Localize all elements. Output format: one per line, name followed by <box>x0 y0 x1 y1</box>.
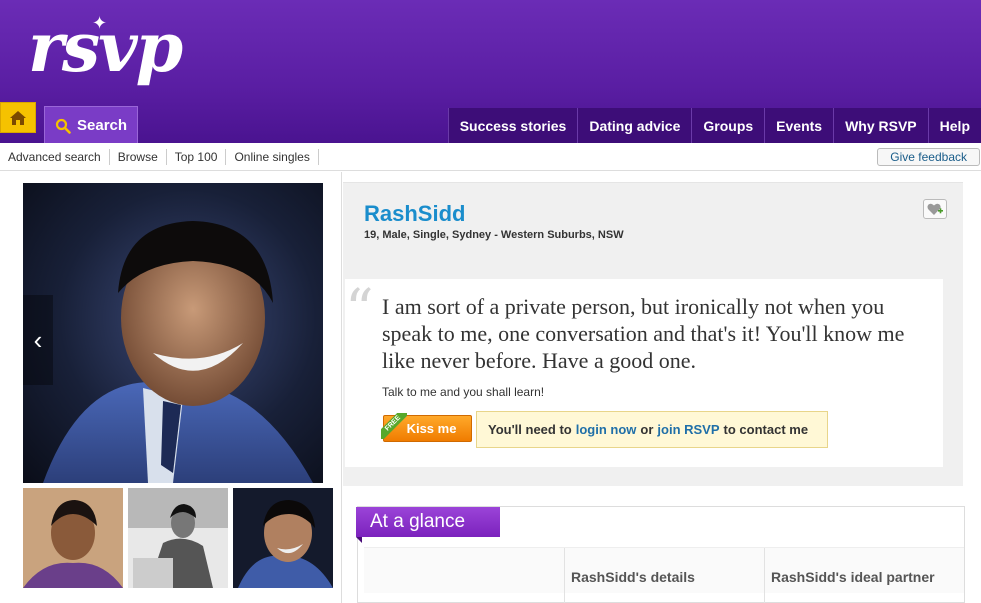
subnav-online-singles[interactable]: Online singles <box>226 149 319 165</box>
nav-groups[interactable]: Groups <box>691 108 765 143</box>
profile-quote: I am sort of a private person, but ironi… <box>382 294 905 373</box>
thumbnail-image <box>23 488 123 588</box>
contact-middle: or <box>640 422 654 437</box>
nav-success-stories[interactable]: Success stories <box>447 108 578 143</box>
column-divider <box>564 548 565 603</box>
thumbnail-image <box>128 488 228 588</box>
contact-requirement-note: You'll need to login now or join RSVP to… <box>476 411 828 448</box>
home-button[interactable] <box>0 102 36 133</box>
column-header-details: RashSidd's details <box>571 569 695 585</box>
heart-plus-icon <box>927 203 943 215</box>
photo-thumbnail-2[interactable] <box>128 488 228 588</box>
thumbnail-image <box>233 488 333 588</box>
subnav-top-100[interactable]: Top 100 <box>167 149 227 165</box>
contact-prefix: You'll need to <box>488 422 572 437</box>
glance-table-header: RashSidd's details RashSidd's ideal part… <box>364 547 964 603</box>
profile-summary-line: 19, Male, Single, Sydney - Western Subur… <box>364 229 624 241</box>
nav-events[interactable]: Events <box>764 108 834 143</box>
nav-why-rsvp[interactable]: Why RSVP <box>833 108 928 143</box>
contact-suffix: to contact me <box>723 422 809 437</box>
add-favourite-button[interactable] <box>923 199 947 219</box>
profile-column: RashSidd 19, Male, Single, Sydney - West… <box>343 172 981 603</box>
at-a-glance-section: At a glance RashSidd's details RashSidd'… <box>356 506 965 603</box>
site-header: rsvp ✦ Search Success stories Dating adv… <box>0 0 981 144</box>
photo-column: ‹ <box>0 172 342 603</box>
give-feedback-button[interactable]: Give feedback <box>877 148 980 166</box>
subnav-links: Advanced search Browse Top 100 Online si… <box>0 149 319 165</box>
join-rsvp-link[interactable]: join RSVP <box>657 422 719 437</box>
kiss-me-label: Kiss me <box>406 421 457 436</box>
tab-search[interactable]: Search <box>44 106 138 144</box>
kiss-me-button[interactable]: Kiss me <box>383 415 472 442</box>
sub-navigation: Advanced search Browse Top 100 Online si… <box>0 143 981 171</box>
search-icon <box>55 118 71 134</box>
nav-help[interactable]: Help <box>927 108 981 143</box>
quote-mark-icon: “ <box>345 278 374 343</box>
main-profile-photo[interactable]: ‹ <box>23 183 323 483</box>
subnav-advanced-search[interactable]: Advanced search <box>0 149 110 165</box>
nav-dating-advice[interactable]: Dating advice <box>577 108 692 143</box>
tab-search-label: Search <box>77 117 128 134</box>
home-icon <box>10 110 26 125</box>
profile-username: RashSidd <box>364 201 466 226</box>
login-now-link[interactable]: login now <box>576 422 637 437</box>
top-navigation: Success stories Dating advice Groups Eve… <box>447 108 981 143</box>
chevron-left-icon: ‹ <box>33 324 43 355</box>
at-a-glance-heading: At a glance <box>356 507 500 537</box>
photo-thumbnail-1[interactable] <box>23 488 123 588</box>
profile-summary-panel: RashSidd 19, Male, Single, Sydney - West… <box>343 182 963 486</box>
subnav-browse[interactable]: Browse <box>110 149 167 165</box>
logo-star-icon: ✦ <box>92 13 108 33</box>
previous-photo-button[interactable]: ‹ <box>23 295 53 385</box>
profile-tagline: Talk to me and you shall learn! <box>382 385 545 399</box>
photo-thumbnail-3[interactable] <box>233 488 333 588</box>
profile-quote-panel: “ I am sort of a private person, but iro… <box>345 279 943 467</box>
heading-fold-decoration <box>356 537 362 543</box>
main-photo-image <box>43 221 313 483</box>
column-divider <box>764 548 765 603</box>
column-header-ideal-partner: RashSidd's ideal partner <box>771 569 935 585</box>
